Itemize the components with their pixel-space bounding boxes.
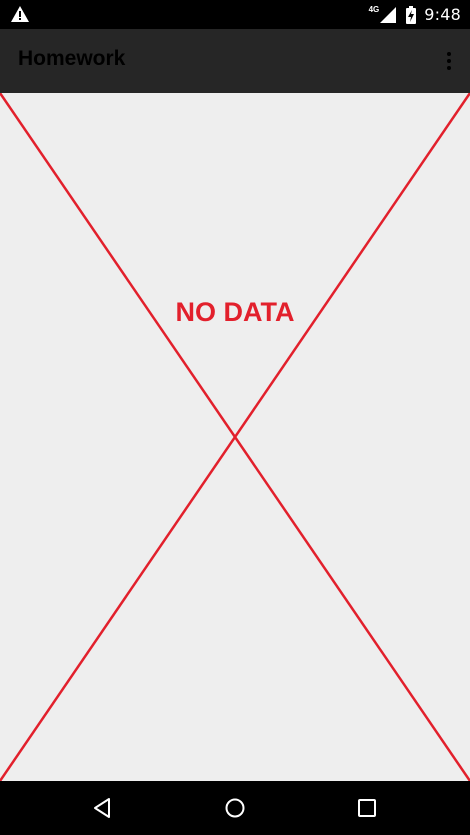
back-icon[interactable] — [90, 795, 116, 821]
signal-icon — [380, 6, 397, 23]
empty-message: NO DATA — [175, 297, 295, 327]
overflow-menu-icon[interactable] — [445, 51, 453, 71]
status-bar: 4G 9:48 — [0, 0, 470, 29]
home-icon[interactable] — [222, 795, 248, 821]
status-indicators: 4G 9:48 — [369, 0, 461, 29]
screen: 4G 9:48 Homework NO DATA — [0, 0, 470, 835]
app-bar: Homework — [0, 29, 470, 93]
clock: 9:48 — [424, 5, 461, 24]
page-title: Homework — [18, 47, 126, 70]
battery-charging-icon — [406, 5, 417, 24]
navigation-bar — [0, 781, 470, 835]
warning-icon — [11, 6, 29, 22]
empty-state: NO DATA — [0, 93, 470, 781]
no-data-cross — [0, 93, 470, 781]
recents-icon[interactable] — [354, 795, 380, 821]
network-type-label: 4G — [368, 5, 380, 14]
